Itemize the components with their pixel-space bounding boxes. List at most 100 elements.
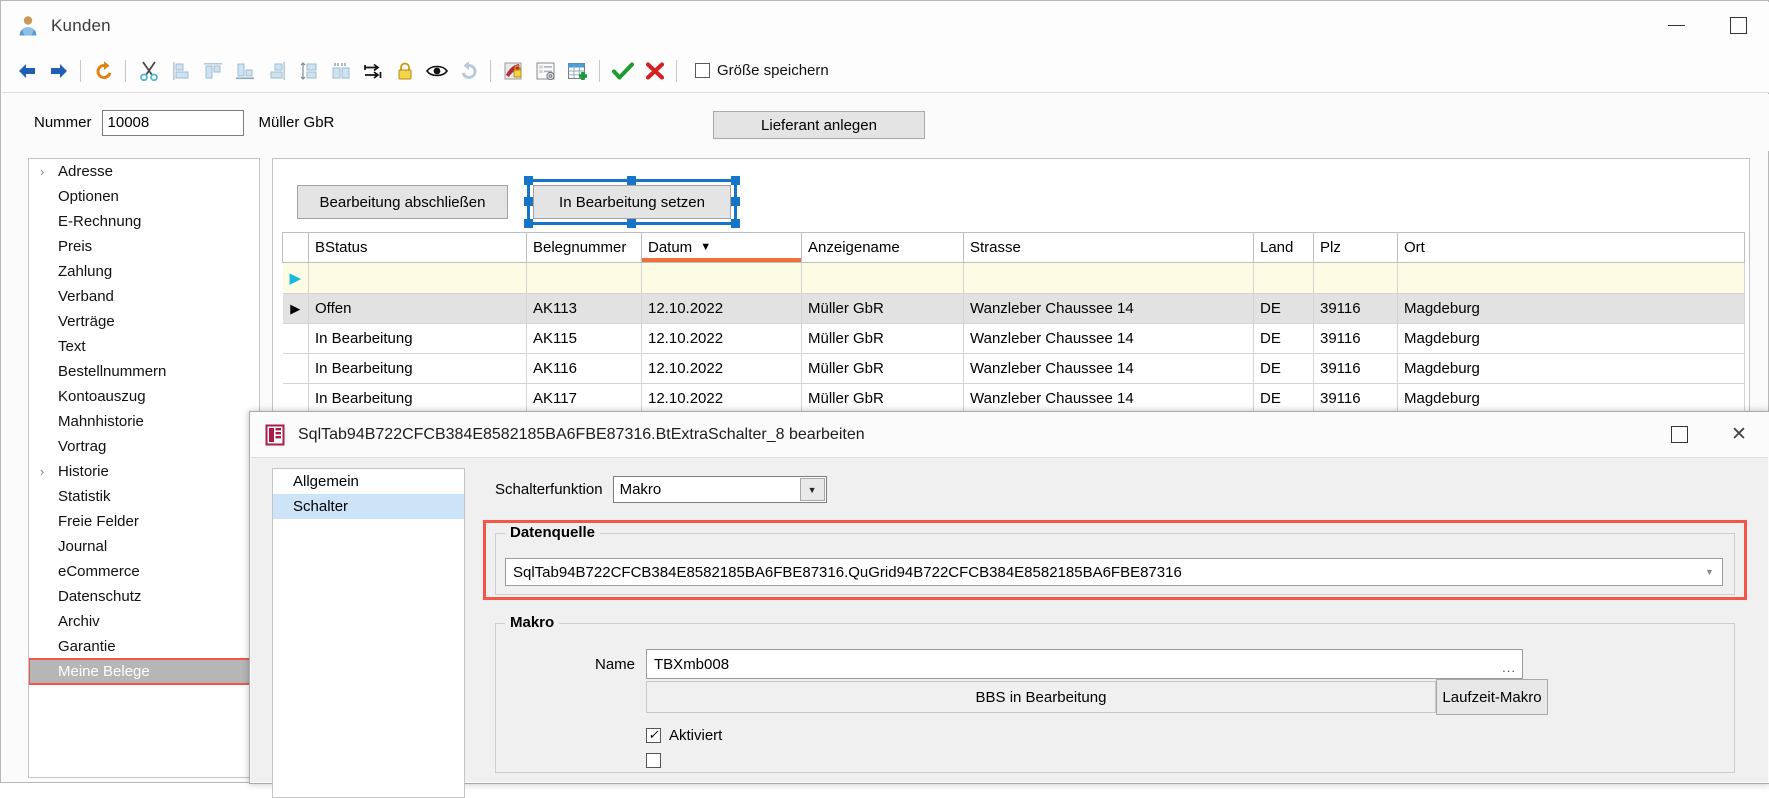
tree-item-historie[interactable]: › Historie — [29, 459, 259, 484]
row-selector-cell[interactable] — [282, 353, 309, 384]
table-cell-strasse[interactable]: Wanzleber Chaussee 14 — [963, 353, 1254, 384]
table-row[interactable]: In Bearbeitung AK116 12.10.2022 Müller GbR W… — [282, 353, 1745, 384]
ok-check-icon[interactable] — [608, 56, 638, 86]
table-row[interactable]: In Bearbeitung AK115 12.10.2022 Müller GbR W… — [282, 323, 1745, 354]
distribute-horizontal-icon[interactable] — [326, 56, 356, 86]
table-cell-belegnummer[interactable]: AK113 — [526, 293, 642, 324]
tree-item-statistik[interactable]: ›Statistik — [29, 484, 259, 509]
tree-item-freie-felder[interactable]: ›Freie Felder — [29, 509, 259, 534]
dialog-nav-item-schalter[interactable]: Schalter — [273, 494, 464, 519]
table-cell-datum[interactable]: 12.10.2022 — [641, 383, 802, 414]
design-lock-icon[interactable] — [499, 56, 529, 86]
resize-handle-n[interactable] — [627, 176, 636, 185]
groesse-speichern-checkbox[interactable]: Größe speichern — [695, 62, 829, 79]
dialog-nav-list[interactable]: Allgemein Schalter — [272, 468, 465, 798]
tree-item-mahnhistorie[interactable]: ›Mahnhistorie — [29, 409, 259, 434]
table-cell-bstatus[interactable]: In Bearbeitung — [308, 353, 527, 384]
resize-handle-sw[interactable] — [524, 219, 533, 228]
table-cell-ort[interactable]: Magdeburg — [1397, 323, 1745, 354]
table-cell-land[interactable]: DE — [1253, 353, 1314, 384]
table-cell-ort[interactable]: Magdeburg — [1397, 383, 1745, 414]
row-selector-cell[interactable]: ▶ — [282, 262, 309, 294]
form-settings-icon[interactable] — [531, 56, 561, 86]
tree-item-e-rechnung[interactable]: ›E-Rechnung — [29, 209, 259, 234]
datenquelle-combo[interactable]: SqlTab94B722CFCB384E8582185BA6FBE87316.Q… — [505, 558, 1723, 586]
column-header-anzeigename[interactable]: Anzeigename — [801, 232, 964, 263]
nummer-input[interactable] — [101, 109, 244, 136]
cut-icon[interactable] — [134, 56, 164, 86]
align-right-icon[interactable] — [262, 56, 292, 86]
table-row[interactable]: ▶ Offen AK113 12.10.2022 Müller GbR Wanzleber… — [282, 293, 1745, 324]
table-cell-land[interactable]: DE — [1253, 383, 1314, 414]
resize-handle-ne[interactable] — [731, 176, 740, 185]
column-header-plz[interactable]: Plz — [1313, 232, 1398, 263]
cancel-x-icon[interactable] — [640, 56, 670, 86]
tree-item-adresse[interactable]: › Adresse — [29, 159, 259, 184]
table-cell-datum[interactable]: 12.10.2022 — [641, 293, 802, 324]
table-cell-plz[interactable] — [1313, 262, 1398, 294]
tree-item-journal[interactable]: ›Journal — [29, 534, 259, 559]
table-cell-anzeigename[interactable]: Müller GbR — [801, 293, 964, 324]
row-selector-cell[interactable] — [282, 383, 309, 414]
in-bearbeitung-setzen-button[interactable]: In Bearbeitung setzen — [533, 185, 731, 219]
resize-handle-se[interactable] — [731, 219, 740, 228]
tree-item-datenschutz[interactable]: ›Datenschutz — [29, 584, 259, 609]
table-cell-bstatus[interactable]: In Bearbeitung — [308, 383, 527, 414]
align-top-icon[interactable] — [198, 56, 228, 86]
tab-order-icon[interactable] — [358, 56, 388, 86]
table-cell-strasse[interactable]: Wanzleber Chaussee 14 — [963, 293, 1254, 324]
tree-item-meine-belege[interactable]: ›Meine Belege — [29, 658, 259, 685]
table-cell-land[interactable]: DE — [1253, 293, 1314, 324]
table-cell-strasse[interactable]: Wanzleber Chaussee 14 — [963, 323, 1254, 354]
dialog-close-button[interactable]: ✕ — [1709, 412, 1769, 457]
resize-handle-nw[interactable] — [524, 176, 533, 185]
tree-item-vertr-ge[interactable]: ›Verträge — [29, 309, 259, 334]
table-cell-anzeigename[interactable]: Müller GbR — [801, 323, 964, 354]
back-icon[interactable] — [12, 56, 42, 86]
table-cell-strasse[interactable]: Wanzleber Chaussee 14 — [963, 383, 1254, 414]
dialog-nav-item-allgemein[interactable]: Allgemein — [273, 469, 464, 494]
row-selector-cell[interactable] — [282, 323, 309, 354]
table-cell-anzeigename[interactable] — [801, 262, 964, 294]
table-cell-land[interactable] — [1253, 262, 1314, 294]
maximize-button[interactable] — [1707, 2, 1769, 49]
table-cell-bstatus[interactable]: In Bearbeitung — [308, 323, 527, 354]
table-cell-anzeigename[interactable]: Müller GbR — [801, 353, 964, 384]
tree-item-optionen[interactable]: ›Optionen — [29, 184, 259, 209]
column-header-land[interactable]: Land — [1253, 232, 1314, 263]
column-header-datum[interactable]: Datum ▼ — [641, 232, 802, 263]
table-cell-land[interactable]: DE — [1253, 323, 1314, 354]
table-cell-ort[interactable] — [1397, 262, 1745, 294]
minimize-button[interactable] — [1645, 2, 1707, 49]
table-cell-anzeigename[interactable]: Müller GbR — [801, 383, 964, 414]
table-cell-datum[interactable] — [641, 262, 802, 294]
table-cell-ort[interactable]: Magdeburg — [1397, 353, 1745, 384]
lock-icon[interactable] — [390, 56, 420, 86]
tree-item-kontoauszug[interactable]: ›Kontoauszug — [29, 384, 259, 409]
table-cell-datum[interactable]: 12.10.2022 — [641, 353, 802, 384]
table-row[interactable]: ▶ — [282, 262, 1745, 294]
table-row[interactable]: In Bearbeitung AK117 12.10.2022 Müller GbR W… — [282, 383, 1745, 414]
table-cell-bstatus[interactable]: Offen — [308, 293, 527, 324]
tree-item-preis[interactable]: ›Preis — [29, 234, 259, 259]
tree-item-archiv[interactable]: ›Archiv — [29, 609, 259, 634]
table-cell-belegnummer[interactable]: AK115 — [526, 323, 642, 354]
forward-icon[interactable] — [44, 56, 74, 86]
tree-item-garantie[interactable]: ›Garantie — [29, 634, 259, 659]
tree-item-vortrag[interactable]: ›Vortrag — [29, 434, 259, 459]
table-cell-bstatus[interactable] — [308, 262, 527, 294]
table-cell-plz[interactable]: 39116 — [1313, 293, 1398, 324]
chevron-right-icon[interactable]: › — [40, 464, 58, 479]
table-cell-plz[interactable]: 39116 — [1313, 323, 1398, 354]
table-cell-ort[interactable]: Magdeburg — [1397, 293, 1745, 324]
tree-item-bestellnummern[interactable]: ›Bestellnummern — [29, 359, 259, 384]
schalterfunktion-select[interactable]: Makro ▼ — [612, 476, 827, 503]
bearbeitung-abschliessen-button[interactable]: Bearbeitung abschließen — [297, 185, 508, 219]
resize-handle-w[interactable] — [524, 197, 533, 206]
lieferant-anlegen-button[interactable]: Lieferant anlegen — [713, 111, 925, 139]
redo-icon[interactable] — [454, 56, 484, 86]
laufzeit-makro-button[interactable]: Laufzeit-Makro — [1436, 679, 1548, 715]
eye-icon[interactable] — [422, 56, 452, 86]
align-bottom-icon[interactable] — [230, 56, 260, 86]
dialog-maximize-button[interactable] — [1649, 412, 1709, 457]
